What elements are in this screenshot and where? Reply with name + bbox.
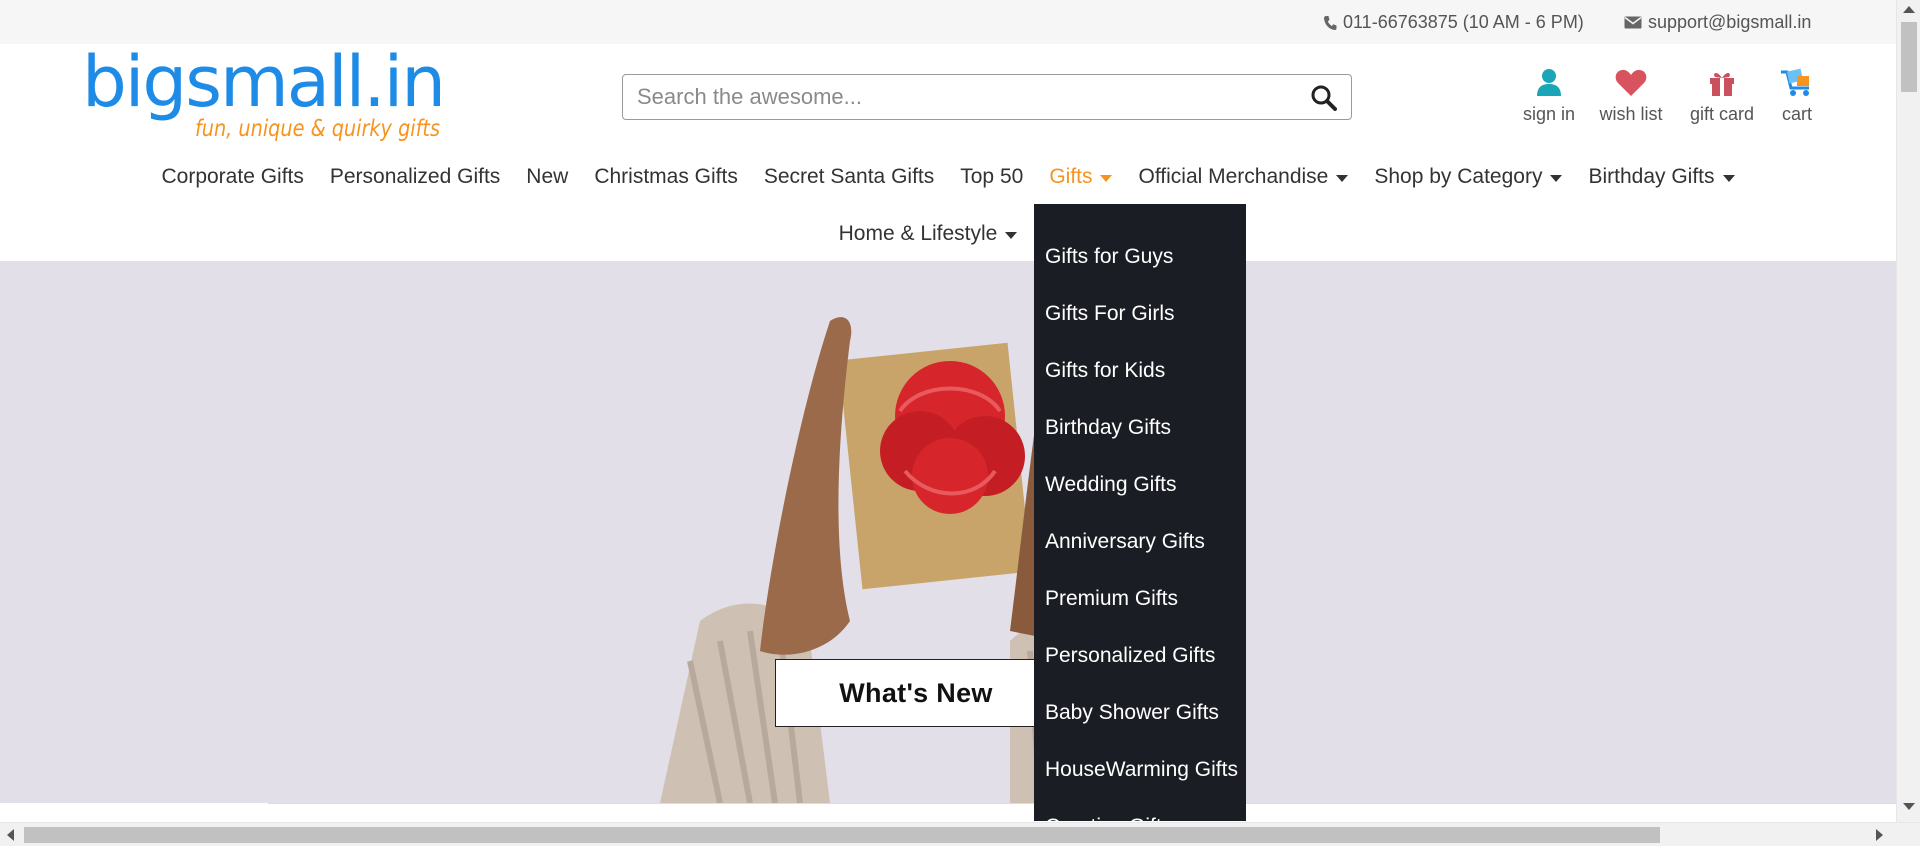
envelope-icon [1624,16,1642,29]
caret-down-icon [1336,174,1349,182]
dropdown-item-gifts-for-guys[interactable]: Gifts for Guys [1034,232,1246,289]
nav-item-secret-santa-gifts[interactable]: Secret Santa Gifts [751,160,947,194]
dropdown-item-gifts-for-girls[interactable]: Gifts For Girls [1034,289,1246,346]
gift-card-link[interactable]: gift card [1684,64,1760,125]
phone-icon [1323,15,1337,31]
nav-item-birthday-gifts[interactable]: Birthday Gifts [1575,160,1747,194]
phone-number: 011-66763875 (10 AM - 6 PM) [1343,12,1584,32]
nav-item-shop-by-category[interactable]: Shop by Category [1361,160,1575,194]
dropdown-item-baby-shower-gifts[interactable]: Baby Shower Gifts [1034,688,1246,745]
scroll-right-arrow-icon[interactable] [1876,829,1883,841]
caret-down-icon [1722,174,1735,182]
nav-item-christmas-gifts[interactable]: Christmas Gifts [581,160,751,194]
nav-item-official-merchandise[interactable]: Official Merchandise [1125,160,1361,194]
sign-in-label: sign in [1522,104,1576,124]
cart-icon [1770,64,1824,100]
dropdown-item-anniversary-gifts[interactable]: Anniversary Gifts [1034,517,1246,574]
nav-item-gifts[interactable]: Gifts [1036,160,1125,194]
caret-down-icon [1005,231,1018,239]
nav-item-personalized-gifts[interactable]: Personalized Gifts [317,160,513,194]
dropdown-item-creative-gifts[interactable]: Creative Gifts [1034,802,1246,821]
logo-tagline: fun, unique & quirky gifts [195,116,440,142]
dropdown-item-premium-gifts[interactable]: Premium Gifts [1034,574,1246,631]
dropdown-item-wedding-gifts[interactable]: Wedding Gifts [1034,460,1246,517]
sign-in-link[interactable]: sign in [1516,64,1582,125]
horizontal-scrollbar[interactable] [0,822,1920,846]
search-input[interactable] [637,75,1277,119]
caret-down-icon [1100,174,1113,182]
vertical-scroll-thumb[interactable] [1901,22,1917,92]
cart-label: cart [1781,104,1812,124]
wish-list-link[interactable]: wish list [1594,64,1668,125]
user-icon [1516,64,1582,100]
search-icon[interactable] [1309,83,1339,113]
caret-down-icon [1550,174,1563,182]
dropdown-item-birthday-gifts[interactable]: Birthday Gifts [1034,403,1246,460]
dropdown-item-personalized-gifts[interactable]: Personalized Gifts [1034,631,1246,688]
search-bar [622,74,1352,120]
nav-item-top-50[interactable]: Top 50 [947,160,1036,194]
scroll-up-arrow-icon[interactable] [1903,6,1915,13]
cart-link[interactable]: cart [1770,64,1824,125]
nav-item-corporate-gifts[interactable]: Corporate Gifts [148,160,316,194]
phone-contact[interactable]: 011-66763875 (10 AM - 6 PM) [1323,12,1584,33]
scroll-down-arrow-icon[interactable] [1903,803,1915,810]
site-logo[interactable]: bigsmall.in fun, unique & quirky gifts [80,41,450,142]
gift-icon [1684,64,1760,100]
gifts-dropdown-menu: Gifts for Guys Gifts For Girls Gifts for… [1034,204,1246,821]
scroll-left-arrow-icon[interactable] [7,829,14,841]
whats-new-button[interactable]: What's New [775,659,1057,727]
email-contact[interactable]: support@bigsmall.in [1624,12,1811,33]
vertical-scrollbar[interactable] [1896,0,1920,822]
dropdown-item-housewarming-gifts[interactable]: HouseWarming Gifts [1034,745,1246,802]
heart-icon [1594,64,1668,100]
gift-card-label: gift card [1689,104,1755,124]
main-nav-row-2: Home & Lifestyle A [0,217,1896,251]
dropdown-item-gifts-for-kids[interactable]: Gifts for Kids [1034,346,1246,403]
horizontal-scroll-thumb[interactable] [24,827,1660,843]
nav-item-home-lifestyle[interactable]: Home & Lifestyle [826,217,1031,251]
top-utility-bar: 011-66763875 (10 AM - 6 PM) support@bigs… [0,0,1896,44]
nav-item-new[interactable]: New [513,160,581,194]
content-below-hero [0,803,1896,817]
support-email: support@bigsmall.in [1648,12,1812,32]
logo-wordmark: bigsmall.in [82,48,444,123]
main-nav: Corporate Gifts Personalized Gifts New C… [0,160,1896,194]
wish-list-label: wish list [1599,104,1663,124]
